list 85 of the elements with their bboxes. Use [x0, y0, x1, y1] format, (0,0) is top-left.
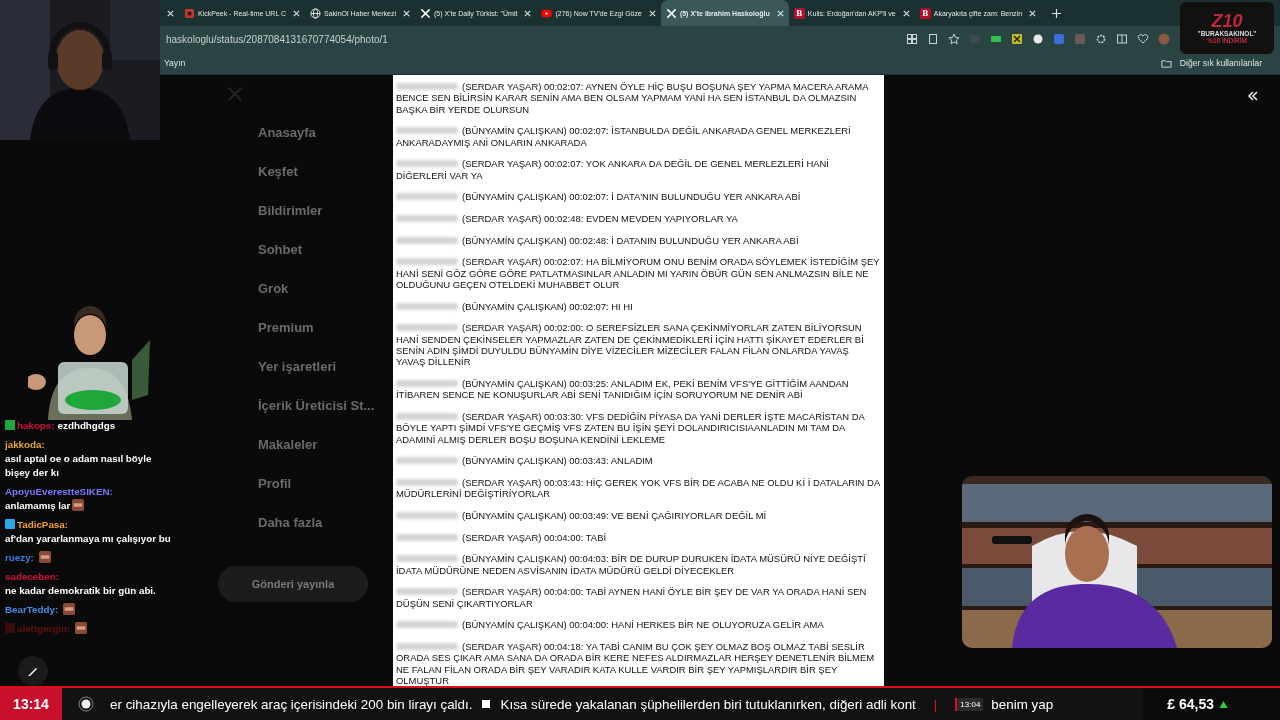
transcript-line: (SERDAR YAŞAR) 00:04:18: YA TABİ CANIM BU ÇOK ŞEY OLMAZ BOŞ OLMAZ TABİ SESLİR ORADA SES ÇIKAR AMA SANA DA ORADA BİR KERE NEFES ALDIRMAZLAR HERŞEY DENETLENİR BİLMEM NE FALAN FİLAN ORADA BİR ŞEY VARADIR KATA KULLE VARDIR BİR ŞEY YAPMIŞLARDIR BİR ŞEY OLMUŞTUR	[396, 640, 876, 687]
square-icon	[184, 7, 195, 19]
page-icon[interactable]	[927, 33, 939, 45]
transcript-line: (SERDAR YAŞAR) 00:04:00: TABİ	[396, 531, 880, 543]
bookmark-folder[interactable]: Diğer sık kullanılanlar	[1175, 56, 1266, 70]
close-icon[interactable]	[292, 8, 302, 18]
address-field[interactable]: haskologlu/status/2087084131670774054/photo/1	[166, 33, 388, 45]
heart-icon[interactable]	[1137, 33, 1149, 45]
chat-message: asıl aptal oe o adam nasıl böyle bişey der kı	[5, 452, 153, 480]
news-headline: benim yap	[991, 696, 1054, 712]
chat-message: af'dan yararlanmaya mı çalışıyor bu	[5, 532, 171, 546]
x-logo-icon	[665, 7, 677, 19]
transcript-line: (SERDAR YAŞAR) 00:02:07: YOK ANKARA DA DEĞİL DE GENEL MERLEZLERİ HANİ DİĞERLERİ VAR YA	[396, 158, 830, 182]
favicon: B	[793, 7, 805, 19]
transcript-line: (BÜNYAMİN ÇALIŞKAN) 00:02:07: İ DATA'NIN BULUNDUĞU YER ANKARA ABİ	[396, 191, 880, 203]
folder-icon[interactable]	[1160, 57, 1172, 69]
extension-icon[interactable]	[990, 33, 1002, 45]
nav-item[interactable]: Anasayfa	[226, 125, 393, 164]
close-icon[interactable]	[775, 8, 785, 18]
chat-username[interactable]: ApoyuEverestteSIKEN:	[5, 486, 113, 497]
nav-item[interactable]: Makaleler	[226, 437, 393, 476]
nav-item[interactable]: Daha fazla	[226, 515, 393, 554]
star-icon[interactable]	[948, 33, 960, 45]
extension-icon[interactable]	[1032, 33, 1044, 45]
price: £ 64,53	[1167, 696, 1214, 712]
chat-username[interactable]: TadicPasa:	[17, 519, 68, 530]
chat-message: anlamamış lar	[5, 499, 71, 513]
separator: |	[933, 696, 938, 712]
close-icon[interactable]	[1028, 8, 1038, 18]
close-icon[interactable]	[901, 8, 911, 18]
transcript-line: (SERDAR YAŞAR) 00:02:00: O SEREFSİZLER SANA ÇEKİNMİYORLAR ZATEN BİLİYORSUN HANİ SENDEN ÇEKİNSELER YAPMAZLAR ZATEN DE ÇEKİNMEDİKLERİ İÇİN HATTI ŞİKAYET EDERLER Bİ SENİN ADIN ŞİMDİ DUYULDU BÜNYAMİN DİYE VİZECİLER MİZECİLER FALAN FİLAN ONLARDA YAVAŞ YAVAŞ DİLLENİR	[396, 322, 865, 368]
edit-button[interactable]	[18, 656, 48, 686]
nav-item[interactable]: Keşfet	[226, 164, 393, 203]
favicon: B	[919, 7, 931, 19]
transcript-line: (SERDAR YAŞAR) 00:03:43: HİÇ GEREK YOK VFS BİR DE ACABA NE OLDU Kİ İ DATALARIN DA MÜDÜRLERİNİ DEĞİŞTİRİYORLAR	[396, 477, 880, 500]
gear-icon[interactable]	[1095, 33, 1107, 45]
up-arrow-icon	[1219, 699, 1228, 709]
close-icon[interactable]	[647, 8, 657, 18]
transcript-line: (SERDAR YAŞAR) 00:02:07: AYNEN ÖYLE HİÇ BUŞU BOŞUNA ŞEY YAPMA MACERA ARAMA BENCE SEN BİLİRSİN KARAR SENİN AMA BEN OLSAM YAPMAM YANİ HA SEN İSTANBUL DA OLMAZSIN BAŞKA BİR YERDE OLURSUN	[396, 81, 870, 116]
nav-item[interactable]: Profil	[226, 476, 393, 515]
nav-item[interactable]: Grok	[226, 281, 393, 320]
extension-icon[interactable]	[1011, 33, 1023, 45]
time-badge: 13:04	[955, 697, 984, 711]
bullet-icon	[482, 700, 491, 708]
nav-item[interactable]: Sohbet	[226, 242, 393, 281]
transcript-line: (BÜNYAMİN ÇALIŞKAN) 00:03:49: VE BENİ ÇAĞIRIYORLAR DEĞİL Mİ	[396, 510, 880, 522]
nav-item[interactable]: Bildirimler	[226, 203, 393, 242]
chat-username[interactable]: BearTeddy:	[5, 604, 59, 615]
chat-message: ne kadar demokratik bir gün abi.	[5, 584, 156, 598]
play-icon	[541, 7, 553, 19]
transcript-line: (BÜNYAMİN ÇALIŞKAN) 00:04:03: BİR DE DURUP DURUKEN İDATA MÜSÜRÜ NİYE DEĞİŞTİ İDATA MÜDÜRÜNE NEDEN ASVİSANIN İDATA MÜDÜRÜ GELDİ DİYECEKLER	[396, 553, 867, 576]
nav-item[interactable]: Yer işaretleri	[226, 359, 393, 398]
chat-username[interactable]: sadeceben:	[5, 571, 59, 582]
grid-icon[interactable]	[906, 33, 918, 45]
clock: 13:14	[0, 688, 62, 720]
new-tab-icon[interactable]	[1051, 7, 1063, 19]
chat-username[interactable]: hakops:	[17, 420, 55, 431]
transcript-line: (BÜNYAMİN ÇALIŞKAN) 00:03:43: ANLADIM	[396, 455, 880, 467]
close-icon[interactable]	[166, 8, 175, 18]
transcript-line: (SERDAR YAŞAR) 00:03:30: VFS DEDİĞİN PİYASA DA YANİ DERLER İŞTE MACARİSTAN DA BÖYLE YAPTI ŞİMDİ VFS'YE GEÇMİŞ VFS ZATEN BU İŞİN ŞEYİ DOLANDIRICISIAANLADIN MI TAM DA ADAMINİ ALMIŞ DERLER BOŞU BOŞUNA KENDİNİ LEKLEME	[396, 411, 866, 446]
sponsor-logo: Z10	[1211, 12, 1243, 30]
nav-item[interactable]: Premium	[226, 320, 393, 359]
x-logo-icon	[420, 7, 431, 19]
transcript-line: (SERDAR YAŞAR) 00:04:00: TABİ AYNEN HANİ ÖYLE BİR ŞEY DE VAR YA ORADA HANİ SEN DÜŞÜN SENİ ÇIKARTIYORLAR	[396, 586, 868, 609]
close-icon[interactable]	[523, 8, 533, 18]
transcript-line: (SERDAR YAŞAR) 00:02:48: EVDEN MEVDEN YAPIYORLAR YA	[396, 213, 880, 225]
news-headline: Kısa sürede yakalanan şüphelilerden biri tutuklanırken, diğeri adli kont	[500, 696, 916, 712]
nav-item[interactable]: İçerik Üreticisi St...	[226, 398, 393, 437]
split-icon[interactable]	[1116, 33, 1128, 45]
globe-icon	[310, 7, 322, 19]
transcript-line: (BÜNYAMİN ÇALIŞKAN) 00:02:48: İ DATANIN BULUNDUĞU YER ANKARA ABİ	[396, 234, 880, 246]
record-icon	[78, 696, 94, 712]
collapse-icon[interactable]	[1246, 89, 1260, 103]
transcript-line: (BÜNYAMİN ÇALIŞKAN) 00:04:00: HANİ HERKES BİR NE OLUYORUZA GELİR AMA	[396, 619, 880, 631]
transcript-line: (BÜNYAMİN ÇALIŞKAN) 00:02:07: HI HI	[396, 300, 880, 312]
chat-message: ezdhdhgdgs	[57, 419, 116, 433]
transcript-line: (BÜNYAMİN ÇALIŞKAN) 00:03:25: ANLADIM EK, PEKİ BENİM VFS'YE GİTTİĞİM AANDAN İTİBAREN SENCE NE KONUŞURLAR ABİ SENİ TANIDIĞIM İÇİN SORUYORUM NE DENİR ABİ	[396, 378, 850, 401]
close-icon[interactable]	[402, 8, 411, 18]
transcript-line: (SERDAR YAŞAR) 00:02:07: HA BİLMİYORUM ONU BENİM ORADA SÖYLEMEK İSTEDİĞİM ŞEY HANİ SENİ GÖZ GÖRE GÖRE PATLATMASINLAR ANLADIN MI YARIN ÖBÜR GÜN SEN ANLMAZSIN BİLE NE OLDUĞUNU GEÇEN OTELDEKİ MUHABBET OLUR	[396, 256, 880, 291]
news-headline: er cihazıyla engelleyerek araç içerisindeki 200 bin lirayı çaldı.	[110, 696, 473, 712]
post-button[interactable]: Gönderi yayınla	[218, 566, 368, 602]
chat-username[interactable]: jakkoda:	[5, 439, 45, 450]
chat-username[interactable]: ruezy:	[5, 552, 34, 563]
transcript-line: (BÜNYAMİN ÇALIŞKAN) 00:02:07: İSTANBULDA DEĞİL ANKARADA GENEL MERKEZLERİ ANKARADAYMIŞ ANİ ONLARIN ANKARADA	[396, 125, 852, 149]
bookmark[interactable]: Yayın	[160, 56, 190, 70]
